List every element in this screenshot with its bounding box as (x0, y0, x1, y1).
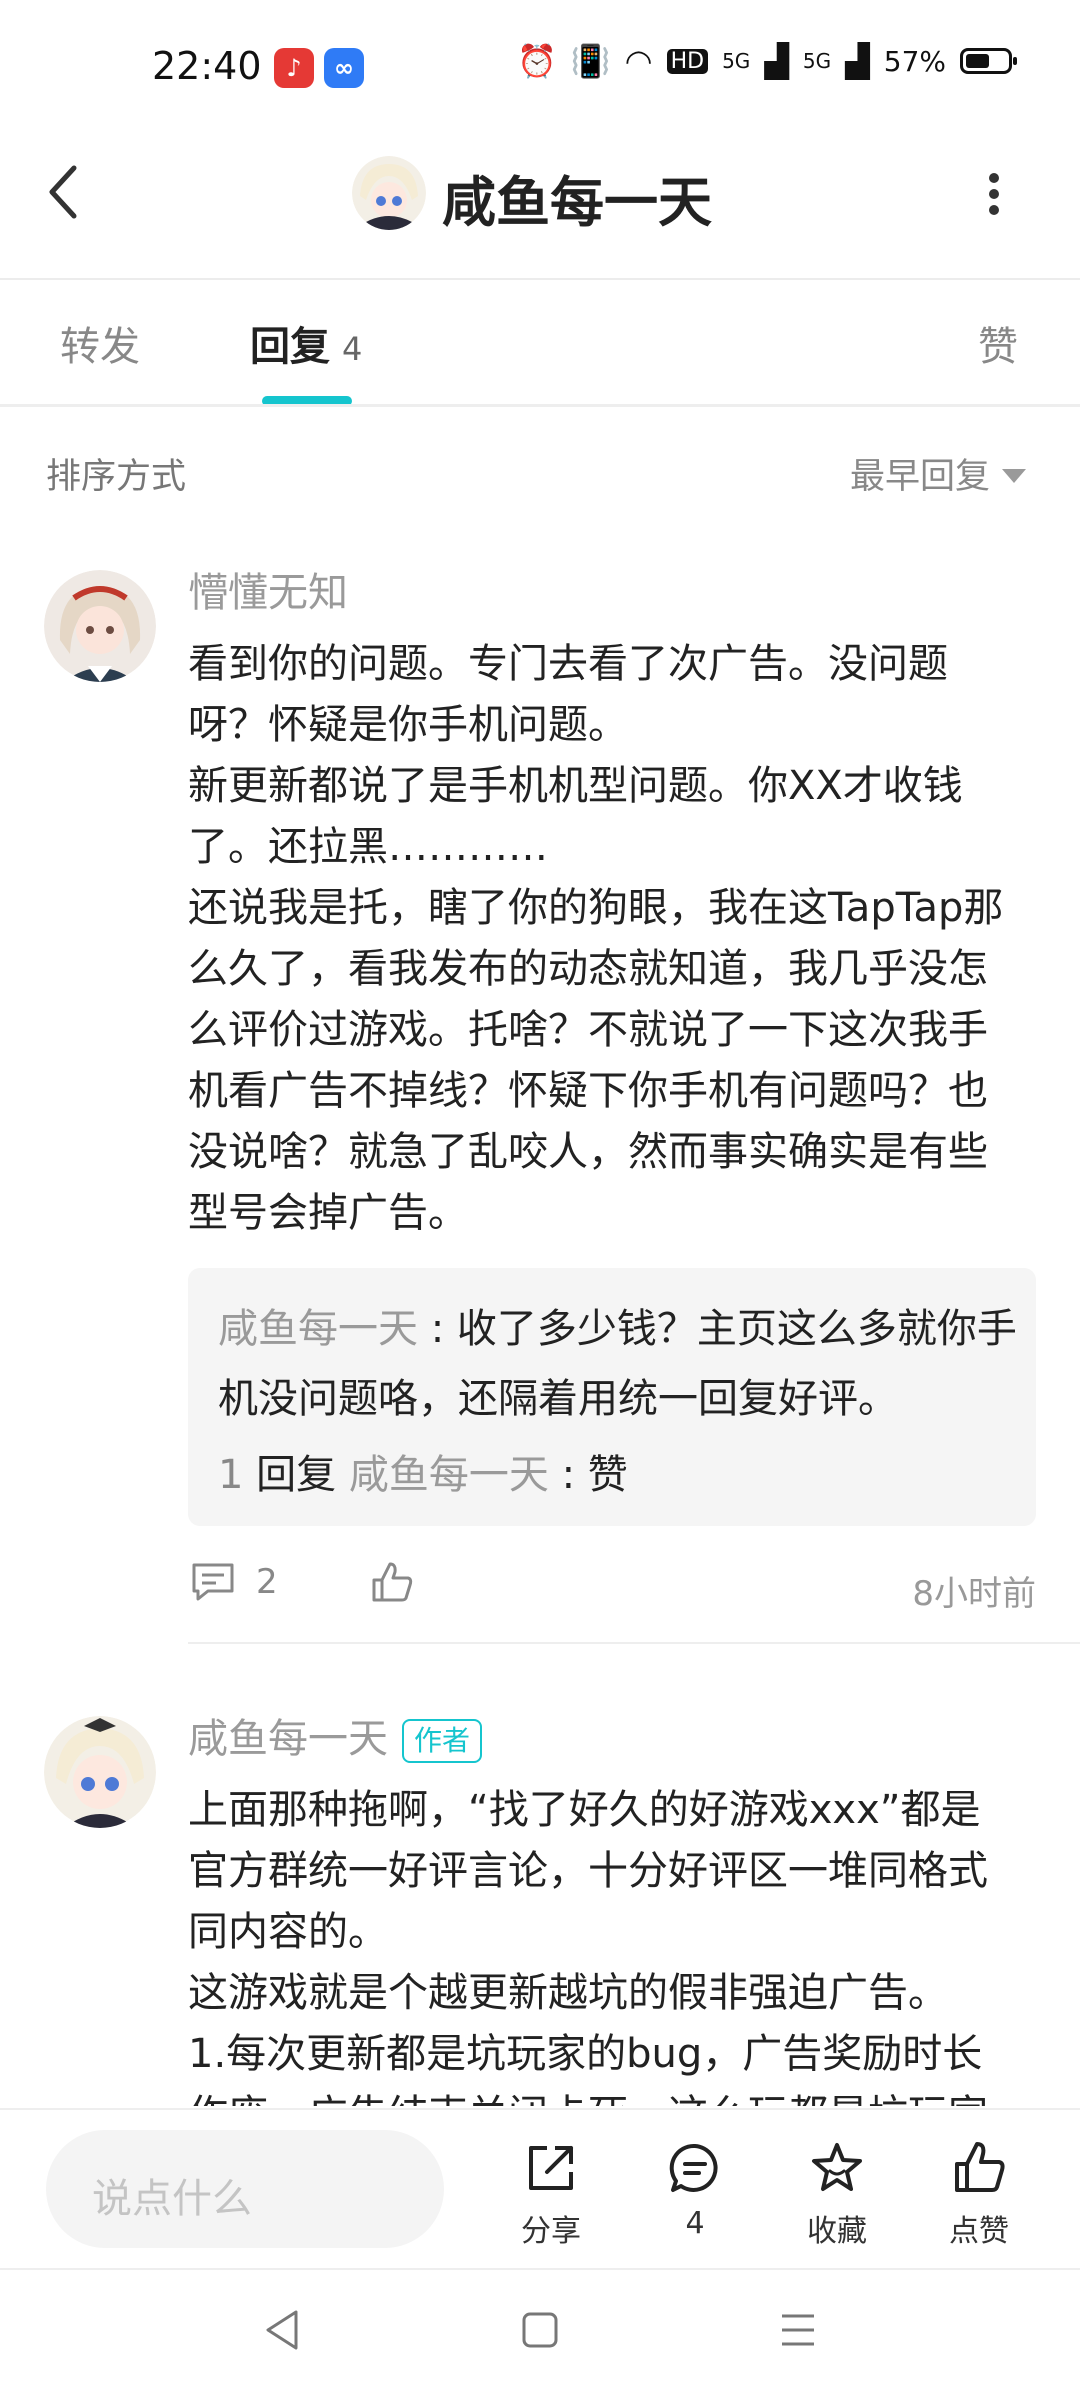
comment-divider (188, 1642, 1080, 1644)
status-icons: ⏰ 📳 ◠ HD 5G ▟ 5G ▟ 57% (516, 42, 1017, 80)
comment-username[interactable]: 懵懂无知 (188, 560, 348, 618)
comment-text-author: 上面那种拖啊，“找了好久的好游戏xxx”都是官方群统一好评言论，十分好评区一堆同… (188, 1787, 988, 2106)
signal-5g-1-label: 5G (722, 49, 751, 73)
tab-forward[interactable]: 转发 (60, 314, 140, 372)
battery-icon (960, 48, 1017, 74)
header-divider (0, 278, 1080, 280)
nested-reply-summary[interactable]: 1 回复 咸鱼每一天 : 赞 (218, 1442, 628, 1500)
nested-reply-count: 1 (218, 1452, 244, 1498)
page-title: 咸鱼每一天 (442, 171, 712, 234)
header-avatar[interactable] (352, 156, 426, 230)
like-button[interactable]: 点赞 (924, 2140, 1034, 2250)
reply-input-placeholder: 说点什么 (92, 2176, 252, 2222)
author-badge: 作者 (402, 1719, 483, 1763)
avatar[interactable] (44, 570, 156, 682)
wifi-icon: ◠ (624, 42, 653, 80)
hd-badge: HD (666, 48, 709, 74)
system-home-icon[interactable] (510, 2300, 570, 2360)
share-label: 分享 (521, 2214, 581, 2249)
nested-reply-count-label: 回复 (256, 1452, 337, 1498)
star-icon (812, 2143, 862, 2191)
tab-reply-count: 4 (342, 330, 363, 368)
nested-reply-author[interactable]: 咸鱼每一天 (218, 1306, 418, 1352)
netease-music-icon: ♪ (274, 48, 314, 88)
tabs-divider (0, 404, 1080, 407)
comment-count: 2 (256, 1562, 278, 1602)
like-label: 点赞 (949, 2214, 1009, 2249)
comment-button[interactable]: 2 (190, 1561, 278, 1603)
vibrate-icon: 📳 (570, 42, 611, 80)
comment-username-author-text: 咸鱼每一天 (188, 1716, 388, 1762)
share-icon (529, 2146, 573, 2190)
system-menu-icon[interactable] (768, 2300, 828, 2360)
collect-label: 收藏 (807, 2214, 867, 2249)
signal-icon-2: ▟ (845, 42, 870, 80)
battery-percent: 57% (883, 44, 946, 78)
nested-reply: 咸鱼每一天 : 收了多少钱？主页这么多就你手机没问题咯，还隔着用统一回复好评。 (218, 1294, 1018, 1434)
tab-reply[interactable]: 回复 4 (250, 314, 362, 372)
system-back-icon[interactable] (252, 2300, 312, 2360)
nested-reply-summary-author: 咸鱼每一天 (348, 1452, 549, 1498)
avatar-author[interactable] (44, 1716, 156, 1828)
collect-button[interactable]: 收藏 (782, 2140, 892, 2250)
more-menu-icon[interactable] (988, 172, 1000, 216)
sort-dropdown[interactable]: 最早回复 (850, 448, 1026, 499)
caret-down-icon (1002, 468, 1026, 483)
tab-reply-label: 回复 (250, 324, 330, 370)
nav-divider (0, 2268, 1080, 2270)
nested-reply-summary-sep: : (548, 1452, 588, 1498)
thumbs-up-icon (955, 2142, 1005, 2192)
comment-count-button[interactable]: 4 (640, 2140, 750, 2241)
comment-actions: 2 (190, 1560, 414, 1604)
sort-value: 最早回复 (849, 457, 990, 497)
tab-like[interactable]: 赞 (978, 314, 1018, 372)
signal-icon: ▟ (764, 42, 789, 80)
like-icon[interactable] (370, 1560, 414, 1604)
back-button[interactable] (44, 160, 84, 224)
sort-label: 排序方式 (46, 457, 187, 497)
baidu-netdisk-icon: ∞ (324, 48, 364, 88)
status-time: 22:40 (152, 44, 262, 88)
signal-5g-2-label: 5G (802, 49, 832, 73)
share-button[interactable]: 分享 (496, 2140, 606, 2250)
alarm-icon: ⏰ (516, 42, 557, 80)
comment-username-author[interactable]: 咸鱼每一天 作者 (188, 1706, 483, 1764)
chat-bubble-icon (669, 2143, 718, 2192)
comment-text: 看到你的问题。专门去看了次广告。没问题呀？怀疑是你手机问题。 新更新都说了是手机… (188, 641, 1004, 1236)
nested-reply-sep: : (418, 1306, 457, 1352)
comment-icon (192, 1563, 234, 1601)
nested-reply-summary-text: 赞 (587, 1452, 628, 1498)
comment-time: 8小时前 (912, 1574, 1036, 1614)
comment-total: 4 (685, 2206, 705, 2241)
